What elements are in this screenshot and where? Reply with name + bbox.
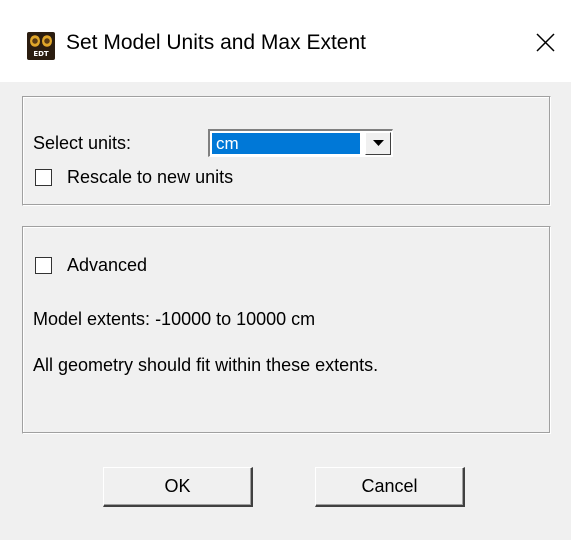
ok-button[interactable]: OK xyxy=(103,467,253,507)
units-select-value: cm xyxy=(212,133,360,154)
app-logo-text: EDT xyxy=(33,50,49,58)
select-units-label: Select units: xyxy=(33,133,132,153)
chevron-down-icon xyxy=(373,140,384,146)
close-icon xyxy=(536,33,555,52)
advanced-label: Advanced xyxy=(67,255,148,275)
window-title: Set Model Units and Max Extent xyxy=(66,31,366,54)
close-button[interactable] xyxy=(520,20,571,68)
advanced-group: Advanced Model extents: -10000 to 10000 … xyxy=(22,226,551,434)
units-select[interactable]: cm xyxy=(208,129,393,157)
model-extents-text: Model extents: -10000 to 10000 cm xyxy=(33,309,316,329)
cancel-button[interactable]: Cancel xyxy=(315,467,465,507)
advanced-checkbox[interactable] xyxy=(35,257,52,274)
dropdown-button[interactable] xyxy=(365,132,391,155)
rescale-checkbox[interactable] xyxy=(35,169,52,186)
title-bar: EDT Set Model Units and Max Extent xyxy=(0,0,571,82)
app-logo-icon: EDT xyxy=(27,32,55,60)
geometry-note-text: All geometry should fit within these ext… xyxy=(33,355,379,375)
units-group: Select units: cm Rescale to new units xyxy=(22,96,551,206)
dialog-body: Select units: cm Rescale to new units Ad… xyxy=(0,82,571,540)
rescale-label: Rescale to new units xyxy=(67,167,234,187)
